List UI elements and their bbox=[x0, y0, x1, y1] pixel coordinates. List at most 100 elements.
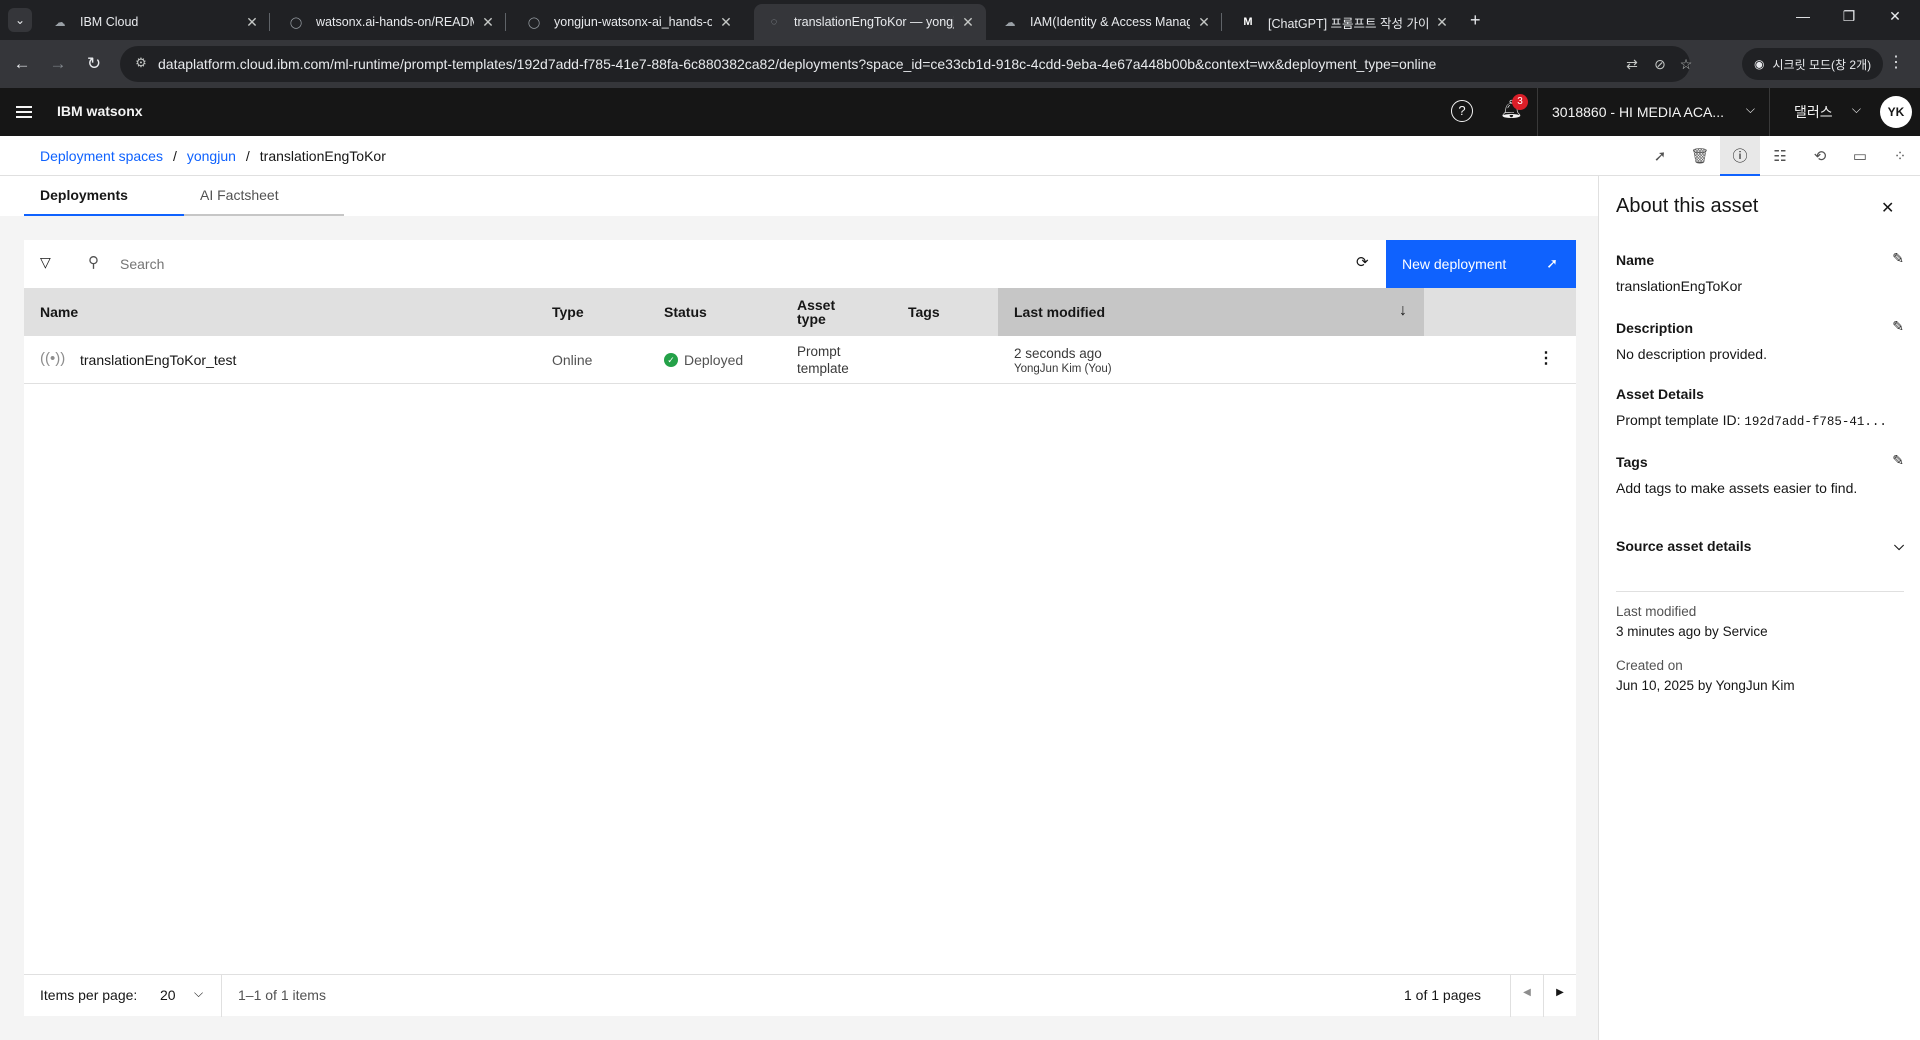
filter-icon[interactable]: ▽ bbox=[40, 254, 51, 271]
comment-icon[interactable]: ▭ bbox=[1840, 136, 1880, 176]
new-deployment-label: New deployment bbox=[1402, 256, 1507, 272]
close-tab-icon[interactable]: ✕ bbox=[1196, 14, 1212, 31]
apps-icon[interactable]: ⁘ bbox=[1880, 136, 1920, 176]
watsonx-favicon-icon: ◌ bbox=[770, 16, 778, 28]
items-per-page-label: Items per page: bbox=[40, 987, 138, 1003]
hamburger-menu-icon[interactable] bbox=[12, 100, 36, 124]
edit-pencil-icon[interactable]: ✎ bbox=[1892, 250, 1904, 267]
last-modified-label: Last modified bbox=[1616, 604, 1697, 619]
incognito-icon: ◉ bbox=[1754, 57, 1765, 71]
ibm-cloud-favicon-icon: ☁ bbox=[54, 16, 66, 29]
column-header-status[interactable]: Status bbox=[664, 288, 707, 336]
panel-title: About this asset bbox=[1616, 195, 1759, 217]
row-overflow-menu-icon[interactable]: ⋮ bbox=[1538, 348, 1554, 368]
translate-icon[interactable]: ⇄ bbox=[1622, 54, 1642, 74]
breadcrumb-deployment-spaces[interactable]: Deployment spaces bbox=[40, 148, 163, 164]
asset-type-line2: template bbox=[797, 361, 849, 376]
browser-tab[interactable]: ◯ yongjun-watsonx-ai_hands-on ✕ bbox=[514, 4, 744, 40]
close-tab-icon[interactable]: ✕ bbox=[718, 14, 734, 31]
about-asset-panel: About this asset ✕ Name translationEngTo… bbox=[1598, 176, 1920, 1040]
search-input[interactable] bbox=[120, 250, 1220, 278]
reload-icon[interactable]: ↻ bbox=[82, 52, 106, 76]
bookmark-star-icon[interactable]: ☆ bbox=[1676, 54, 1696, 74]
chevron-down-icon: ⌵ bbox=[1851, 102, 1861, 116]
refresh-icon[interactable]: ⟳ bbox=[1356, 253, 1369, 271]
table-header: Name Type Status Asset type Tags Last mo… bbox=[24, 288, 1576, 336]
edit-pencil-icon[interactable]: ✎ bbox=[1892, 452, 1904, 469]
tree-view-icon[interactable]: ☷ bbox=[1760, 136, 1800, 176]
address-bar[interactable]: ⚙ dataplatform.cloud.ibm.com/ml-runtime/… bbox=[120, 46, 1692, 82]
previous-page-icon[interactable]: ◀ bbox=[1511, 987, 1543, 998]
eye-off-icon[interactable]: ⊘ bbox=[1650, 54, 1670, 74]
column-header-asset-type[interactable]: Asset type bbox=[797, 288, 857, 336]
prompt-template-id: Prompt template ID: 192d7add-f785-41... bbox=[1616, 412, 1904, 429]
tab-deployments[interactable]: Deployments bbox=[24, 176, 184, 216]
sort-descending-icon[interactable]: ↓ bbox=[1399, 302, 1407, 320]
new-tab-button[interactable]: + bbox=[1470, 10, 1481, 30]
browser-menu-icon[interactable]: ⋮ bbox=[1888, 52, 1904, 72]
close-tab-icon[interactable]: ✕ bbox=[244, 14, 260, 31]
app-title[interactable]: IBM watsonx bbox=[57, 103, 143, 119]
info-icon[interactable]: ⓘ bbox=[1720, 136, 1760, 176]
url-text[interactable]: dataplatform.cloud.ibm.com/ml-runtime/pr… bbox=[158, 56, 1436, 72]
deployment-name[interactable]: translationEngToKor_test bbox=[80, 336, 236, 384]
tab-ai-factsheet[interactable]: AI Factsheet bbox=[184, 176, 344, 216]
delete-trash-icon[interactable]: 🗑︎ bbox=[1680, 136, 1720, 176]
close-window-icon[interactable]: ✕ bbox=[1872, 8, 1918, 25]
description-section: Description No description provided. ✎ bbox=[1616, 318, 1904, 362]
browser-tab[interactable]: ☁ IAM(Identity & Access Manag ✕ bbox=[990, 4, 1222, 40]
asset-details-section: Asset Details Prompt template ID: 192d7a… bbox=[1616, 386, 1904, 429]
prompt-id-label: Prompt template ID: bbox=[1616, 412, 1741, 428]
column-header-last-modified[interactable]: Last modified bbox=[1014, 288, 1105, 336]
deployment-type: Online bbox=[552, 352, 593, 368]
check-circle-icon: ✓ bbox=[664, 353, 678, 367]
browser-tab-title: [ChatGPT] 프롬프트 작성 가이드 bbox=[1268, 16, 1428, 31]
browser-tab-active[interactable]: ◌ translationEngToKor — yongju ✕ bbox=[754, 4, 986, 40]
close-icon[interactable]: ✕ bbox=[1881, 198, 1894, 218]
asset-details-label: Asset Details bbox=[1616, 386, 1704, 402]
new-deployment-button[interactable]: New deployment ➚ bbox=[1386, 240, 1576, 288]
browser-tab[interactable]: M [ChatGPT] 프롬프트 작성 가이드 ✕ bbox=[1228, 4, 1460, 40]
close-tab-icon[interactable]: ✕ bbox=[480, 14, 496, 31]
browser-tab[interactable]: ☁ IBM Cloud ✕ bbox=[40, 4, 270, 40]
restore-icon[interactable]: ❐ bbox=[1826, 8, 1872, 25]
tab-search-button[interactable]: ⌄ bbox=[8, 8, 32, 32]
back-icon[interactable]: ← bbox=[10, 52, 34, 76]
breadcrumb: Deployment spaces / yongjun / translatio… bbox=[40, 148, 386, 164]
close-tab-icon[interactable]: ✕ bbox=[1434, 14, 1450, 31]
account-name: 3018860 - HI MEDIA ACA... bbox=[1552, 104, 1724, 120]
history-icon[interactable]: ⟲ bbox=[1800, 136, 1840, 176]
table-row[interactable]: ((•)) translationEngToKor_test Online ✓ … bbox=[24, 336, 1576, 384]
site-info-icon[interactable]: ⚙ bbox=[132, 55, 150, 73]
minimize-icon[interactable]: — bbox=[1780, 8, 1826, 24]
chevron-down-icon[interactable]: ⌵ bbox=[194, 986, 203, 1001]
column-header-type[interactable]: Type bbox=[552, 288, 584, 336]
help-icon[interactable]: ? bbox=[1451, 100, 1473, 122]
next-page-icon[interactable]: ▶ bbox=[1544, 987, 1576, 998]
browser-tab[interactable]: ◯ watsonx.ai-hands-on/README ✕ bbox=[276, 4, 506, 40]
edit-pencil-icon[interactable]: ✎ bbox=[1892, 318, 1904, 335]
deploy-rocket-icon[interactable]: ➚ bbox=[1640, 136, 1680, 176]
last-modified-value: 3 minutes ago by Service bbox=[1616, 624, 1768, 639]
github-favicon-icon: ◯ bbox=[527, 16, 541, 29]
modified-time: 2 seconds ago bbox=[1014, 345, 1102, 361]
items-per-page-select[interactable]: 20 bbox=[160, 987, 176, 1003]
content-tabs: Deployments AI Factsheet bbox=[24, 176, 344, 216]
status-text: Deployed bbox=[684, 352, 744, 368]
prompt-id-value[interactable]: 192d7add-f785-41... bbox=[1744, 415, 1887, 429]
created-on-value: Jun 10, 2025 by YongJun Kim bbox=[1616, 678, 1795, 693]
avatar[interactable]: YK bbox=[1880, 96, 1912, 128]
source-asset-details-accordion[interactable]: Source asset details ⌵ bbox=[1616, 538, 1904, 592]
column-header-tags[interactable]: Tags bbox=[908, 288, 940, 336]
breadcrumb-separator: / bbox=[172, 148, 177, 164]
incognito-indicator[interactable]: ◉ 시크릿 모드(창 2개) bbox=[1742, 48, 1884, 80]
account-switcher[interactable]: 3018860 - HI MEDIA ACA... ⌵ bbox=[1537, 88, 1769, 136]
online-deployment-icon: ((•)) bbox=[40, 350, 66, 367]
close-tab-icon[interactable]: ✕ bbox=[960, 14, 976, 31]
region-switcher[interactable]: 댈러스 ⌵ bbox=[1769, 88, 1879, 136]
forward-icon[interactable]: → bbox=[46, 52, 70, 76]
breadcrumb-space[interactable]: yongjun bbox=[187, 148, 236, 164]
pagination: Items per page: 20 ⌵ 1–1 of 1 items 1 of… bbox=[24, 974, 1576, 1017]
column-header-name[interactable]: Name bbox=[40, 288, 78, 336]
medium-favicon-icon: M bbox=[1243, 16, 1253, 28]
